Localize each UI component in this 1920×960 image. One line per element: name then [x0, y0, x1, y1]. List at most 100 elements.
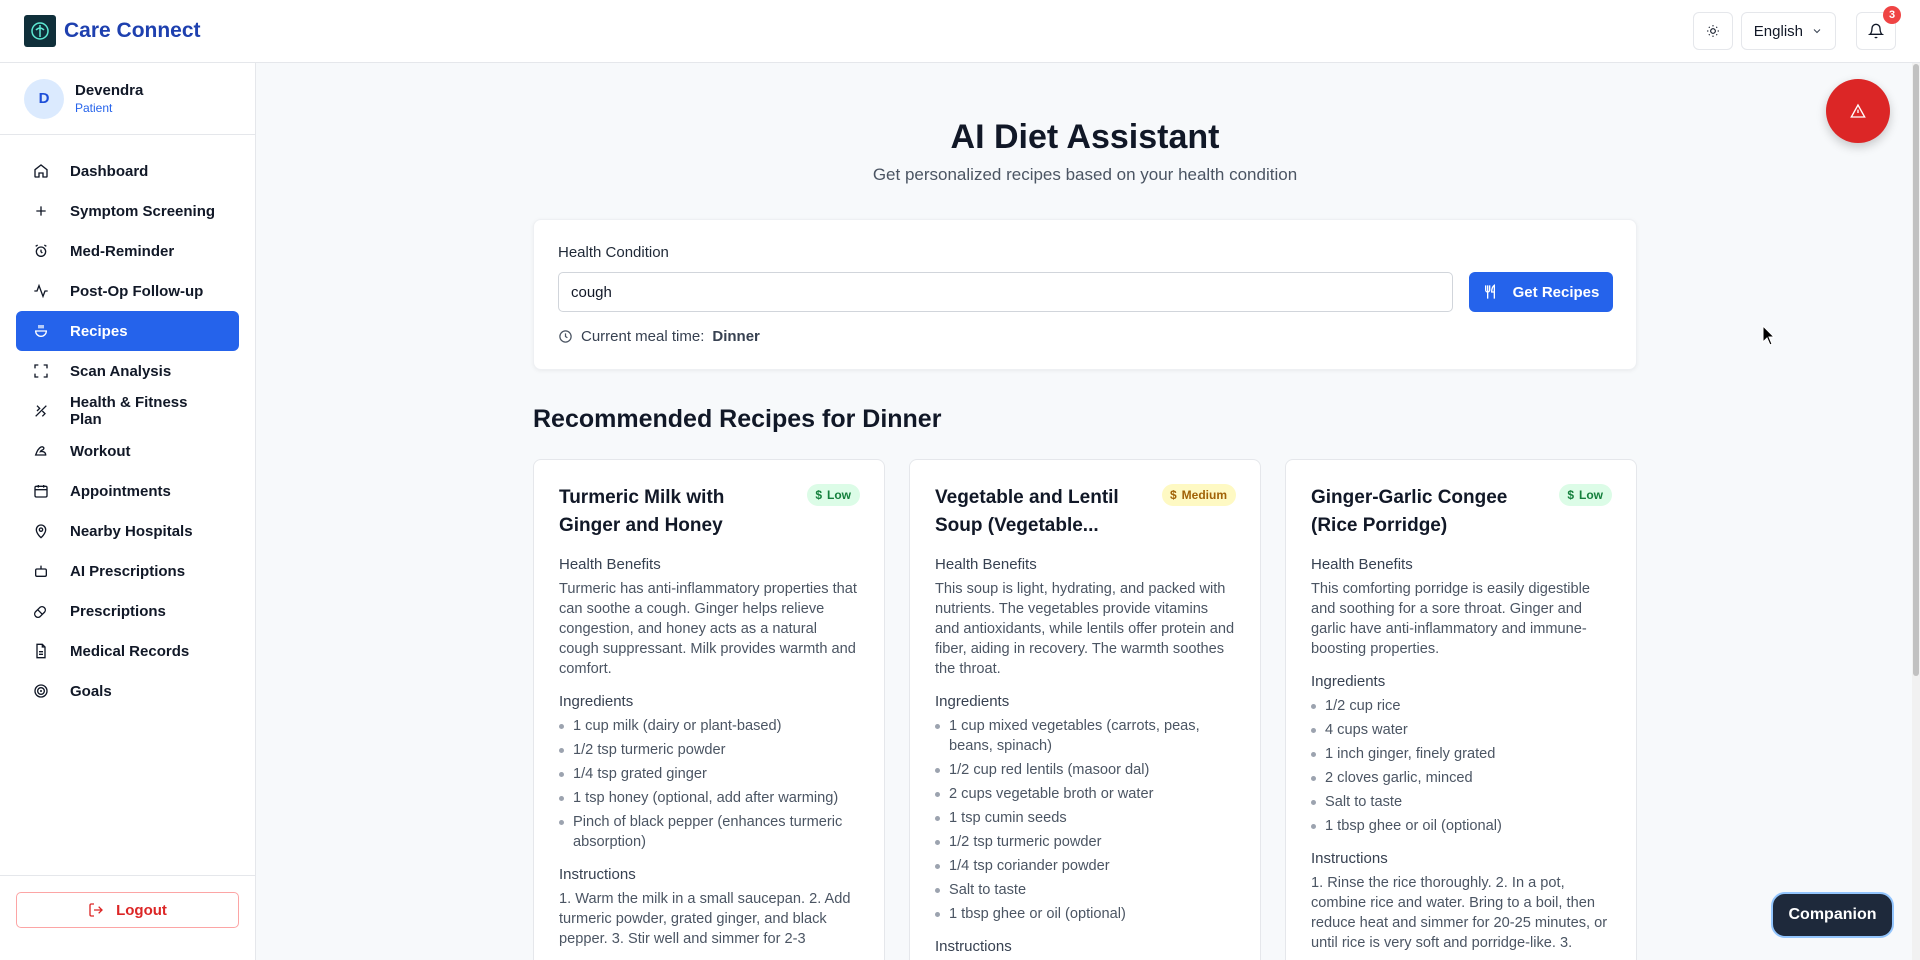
list-item: 1 tbsp ghee or oil (optional) — [935, 904, 1236, 924]
app-title[interactable]: Care Connect — [64, 19, 201, 43]
sidebar-item-symptom-screening[interactable]: Symptom Screening — [16, 191, 239, 231]
page-title: AI Diet Assistant — [950, 118, 1220, 156]
sun-icon — [1706, 25, 1719, 37]
bicep-icon — [32, 442, 50, 460]
list-item: 2 cloves garlic, minced — [1311, 768, 1612, 788]
top-bar: Care Connect English 3 — [0, 0, 1920, 63]
meal-time-info: Current meal time: Dinner — [558, 328, 760, 345]
pill-icon — [32, 602, 50, 620]
notifications-button[interactable]: 3 — [1856, 6, 1901, 50]
recipe-title: Turmeric Milk with Ginger and Honey — [559, 487, 725, 536]
sidebar-nav: Dashboard Symptom Screening Med-Reminder… — [0, 135, 255, 711]
recipe-card[interactable]: Vegetable and Lentil Soup (Vegetable... … — [909, 459, 1261, 960]
log-out-icon — [89, 903, 104, 917]
logout-label: Logout — [116, 901, 167, 919]
home-icon — [32, 162, 50, 180]
list-item: 1 tsp cumin seeds — [935, 808, 1236, 828]
bell-icon — [1868, 23, 1884, 39]
ingredients-list: 1 cup milk (dairy or plant-based) 1/2 ts… — [559, 716, 860, 852]
recipe-title: Ginger-Garlic Congee (Rice Porridge) — [1311, 487, 1508, 536]
cost-badge: $ Medium — [1161, 484, 1236, 506]
recipes-section-title: Recommended Recipes for Dinner — [533, 405, 942, 433]
list-item: 1/2 tsp turmeric powder — [559, 740, 860, 760]
sidebar-item-nearby-hospitals[interactable]: Nearby Hospitals — [16, 511, 239, 551]
companion-chat-button[interactable]: Companion — [1771, 892, 1894, 938]
dollar-icon: $ — [815, 488, 822, 502]
sidebar-item-health-fitness-plan[interactable]: Health & Fitness Plan — [16, 391, 239, 431]
sidebar-item-prescriptions[interactable]: Prescriptions — [16, 591, 239, 631]
instructions-text: 1. Warm the milk in a small saucepan. 2.… — [559, 891, 851, 947]
user-role: Patient — [75, 101, 113, 115]
list-item: 1/4 tsp grated ginger — [559, 764, 860, 784]
sidebar-item-goals[interactable]: Goals — [16, 671, 239, 711]
get-recipes-button[interactable]: Get Recipes — [1469, 272, 1613, 312]
get-recipes-label: Get Recipes — [1512, 283, 1600, 301]
page-scrollbar-thumb[interactable] — [1913, 64, 1919, 676]
language-select[interactable]: English — [1740, 12, 1836, 50]
list-item: 1/2 cup rice — [1311, 696, 1612, 716]
sidebar-item-medical-records[interactable]: Medical Records — [16, 631, 239, 671]
list-item: 4 cups water — [1311, 720, 1612, 740]
target-icon — [32, 682, 50, 700]
bot-icon — [32, 562, 50, 580]
list-item: 1 tsp honey (optional, add after warming… — [559, 788, 860, 808]
plus-icon — [32, 202, 50, 220]
app-logo[interactable] — [24, 15, 56, 47]
instructions-text: 1. Rinse the rice thoroughly. 2. In a po… — [1311, 875, 1608, 951]
sidebar-item-ai-prescriptions[interactable]: AI Prescriptions — [16, 551, 239, 591]
calendar-icon — [32, 482, 50, 500]
recipe-card[interactable]: Ginger-Garlic Congee (Rice Porridge) $ L… — [1285, 459, 1637, 960]
main-content: AI Diet Assistant Get personalized recip… — [256, 63, 1920, 960]
sidebar-item-label: Workout — [70, 442, 131, 460]
benefits-text: This comforting porridge is easily diges… — [1311, 581, 1591, 657]
sidebar-item-label: Med-Reminder — [70, 242, 175, 260]
avatar: D — [24, 78, 64, 119]
sidebar-item-label: AI Prescriptions — [70, 562, 186, 580]
mouse-cursor-icon — [1762, 325, 1776, 346]
sos-emergency-button[interactable] — [1826, 79, 1890, 143]
list-item: Pinch of black pepper (enhances turmeric… — [559, 812, 860, 852]
alarm-clock-icon — [32, 242, 50, 260]
benefits-heading: Health Benefits — [1311, 556, 1413, 573]
sidebar-item-label: Post-Op Follow-up — [70, 282, 204, 300]
ingredients-heading: Ingredients — [559, 693, 634, 710]
sidebar-item-med-reminder[interactable]: Med-Reminder — [16, 231, 239, 271]
sidebar-item-label: Health & Fitness Plan — [69, 394, 188, 428]
list-item: 1/2 tsp turmeric powder — [935, 832, 1236, 852]
sidebar-item-workout[interactable]: Workout — [16, 431, 239, 471]
benefits-heading: Health Benefits — [559, 556, 661, 573]
sidebar: D Devendra Patient Dashboard Symptom Scr… — [0, 63, 256, 960]
alert-triangle-icon — [1850, 103, 1866, 118]
list-item: 1/2 cup red lentils (masoor dal) — [935, 760, 1236, 780]
recipe-card[interactable]: Turmeric Milk with Ginger and Honey $ Lo… — [533, 459, 885, 960]
logout-button[interactable]: Logout — [16, 892, 239, 928]
logout-section: Logout — [0, 875, 256, 960]
cooking-pot-icon — [32, 322, 50, 340]
sidebar-item-post-op-follow-up[interactable]: Post-Op Follow-up — [16, 271, 239, 311]
dollar-icon: $ — [1169, 488, 1177, 502]
page-subtitle: Get personalized recipes based on your h… — [872, 165, 1298, 184]
chevron-down-icon — [1813, 29, 1821, 34]
condition-label: Health Condition — [558, 244, 669, 261]
ingredients-heading: Ingredients — [1311, 673, 1386, 690]
notification-badge: 3 — [1883, 6, 1901, 24]
sidebar-item-label: Medical Records — [70, 642, 190, 660]
cost-label: Low — [1579, 488, 1603, 502]
sidebar-item-appointments[interactable]: Appointments — [16, 471, 239, 511]
sidebar-item-label: Dashboard — [70, 162, 149, 180]
list-item: Salt to taste — [935, 880, 1236, 900]
ingredients-list: 1/2 cup rice 4 cups water 1 inch ginger,… — [1311, 696, 1612, 836]
condition-input[interactable] — [558, 272, 1453, 312]
list-item: 2 cups vegetable broth or water — [935, 784, 1236, 804]
list-item: 1 cup milk (dairy or plant-based) — [559, 716, 860, 736]
list-item: Salt to taste — [1311, 792, 1612, 812]
sidebar-item-dashboard[interactable]: Dashboard — [16, 151, 239, 191]
language-value: English — [1753, 22, 1803, 40]
cost-badge: $ Low — [807, 484, 860, 506]
sidebar-item-scan-analysis[interactable]: Scan Analysis — [16, 351, 239, 391]
sidebar-item-label: Nearby Hospitals — [70, 522, 193, 540]
theme-toggle-button[interactable] — [1692, 12, 1733, 50]
sidebar-item-label: Goals — [70, 682, 112, 700]
sidebar-item-label: Symptom Screening — [70, 202, 216, 220]
sidebar-item-recipes[interactable]: Recipes — [16, 311, 239, 351]
